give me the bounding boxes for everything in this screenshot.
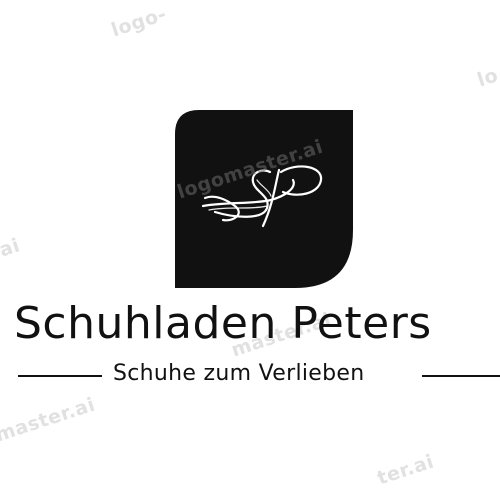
- brand-name: Schuhladen Peters: [14, 298, 432, 349]
- watermark-text: ter.ai: [374, 450, 437, 490]
- watermark-text: logo-: [108, 3, 170, 42]
- left-divider: [18, 375, 102, 377]
- logo-mark: [175, 110, 353, 288]
- watermark-text: ai: [0, 234, 23, 262]
- tagline: Schuhe zum Verlieben: [113, 361, 365, 386]
- watermark-text: master.ai: [0, 393, 98, 447]
- tagline-row: Schuhe zum Verlieben: [0, 360, 500, 390]
- watermark-text: lo: [474, 64, 500, 92]
- right-divider: [422, 375, 500, 377]
- monogram-logo: [175, 110, 353, 288]
